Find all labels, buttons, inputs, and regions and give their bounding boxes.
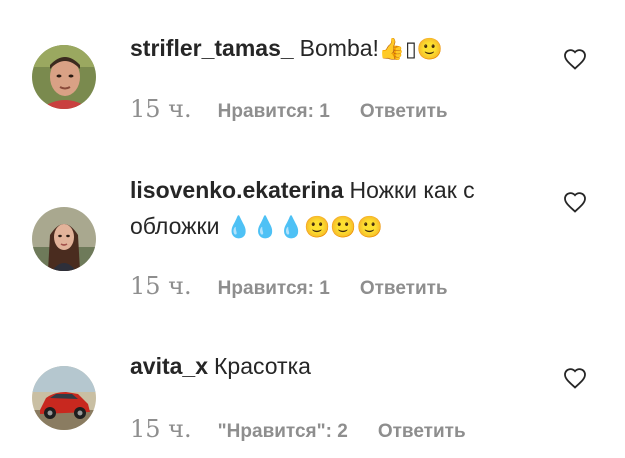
comment-emoji: 👍▯🙂: [378, 37, 443, 61]
comment-likes[interactable]: Нравится: 1: [218, 278, 330, 300]
comment-body: avita_x Красотка: [130, 348, 550, 384]
comment-username[interactable]: lisovenko.ekaterina: [130, 177, 344, 203]
comment-username[interactable]: strifler_tamas_: [130, 35, 294, 61]
comment-text: Красотка: [214, 353, 311, 379]
comment-emoji: 💧💧💧🙂🙂🙂: [225, 215, 383, 239]
comment-username[interactable]: avita_x: [130, 353, 208, 379]
comment-time[interactable]: 15 ч.: [130, 415, 192, 443]
comment-body: strifler_tamas_ Bomba!👍▯🙂: [130, 30, 550, 67]
avatar-image: [32, 366, 96, 430]
avatar[interactable]: [32, 366, 96, 430]
comment-item: lisovenko.ekaterina Ножки как с обложки 💧…: [0, 150, 625, 320]
comment-time[interactable]: 15 ч.: [130, 95, 192, 123]
comment-time[interactable]: 15 ч.: [130, 272, 192, 300]
reply-button[interactable]: Ответить: [360, 101, 448, 123]
avatar-image: [32, 207, 96, 271]
reply-button[interactable]: Ответить: [360, 278, 448, 300]
comment-text: Bomba!: [299, 35, 379, 61]
heart-icon[interactable]: [563, 191, 587, 213]
avatar-image: [32, 45, 96, 109]
avatar[interactable]: [32, 45, 96, 109]
heart-icon[interactable]: [563, 367, 587, 389]
comment-item: avita_x Красотка 15 ч. "Нравится": 2 Отве…: [0, 320, 625, 458]
comment-body: lisovenko.ekaterina Ножки как с обложки 💧…: [130, 172, 550, 245]
heart-icon[interactable]: [563, 48, 587, 70]
comment-item: strifler_tamas_ Bomba!👍▯🙂 15 ч. Нравится:…: [0, 0, 625, 150]
avatar[interactable]: [32, 207, 96, 271]
reply-button[interactable]: Ответить: [378, 421, 466, 443]
comment-meta: 15 ч. Нравится: 1 Ответить: [130, 95, 448, 125]
comment-likes[interactable]: Нравится: 1: [218, 101, 330, 123]
comment-likes[interactable]: "Нравится": 2: [218, 421, 348, 443]
comment-meta: 15 ч. Нравится: 1 Ответить: [130, 272, 448, 302]
comment-meta: 15 ч. "Нравится": 2 Ответить: [130, 415, 466, 445]
